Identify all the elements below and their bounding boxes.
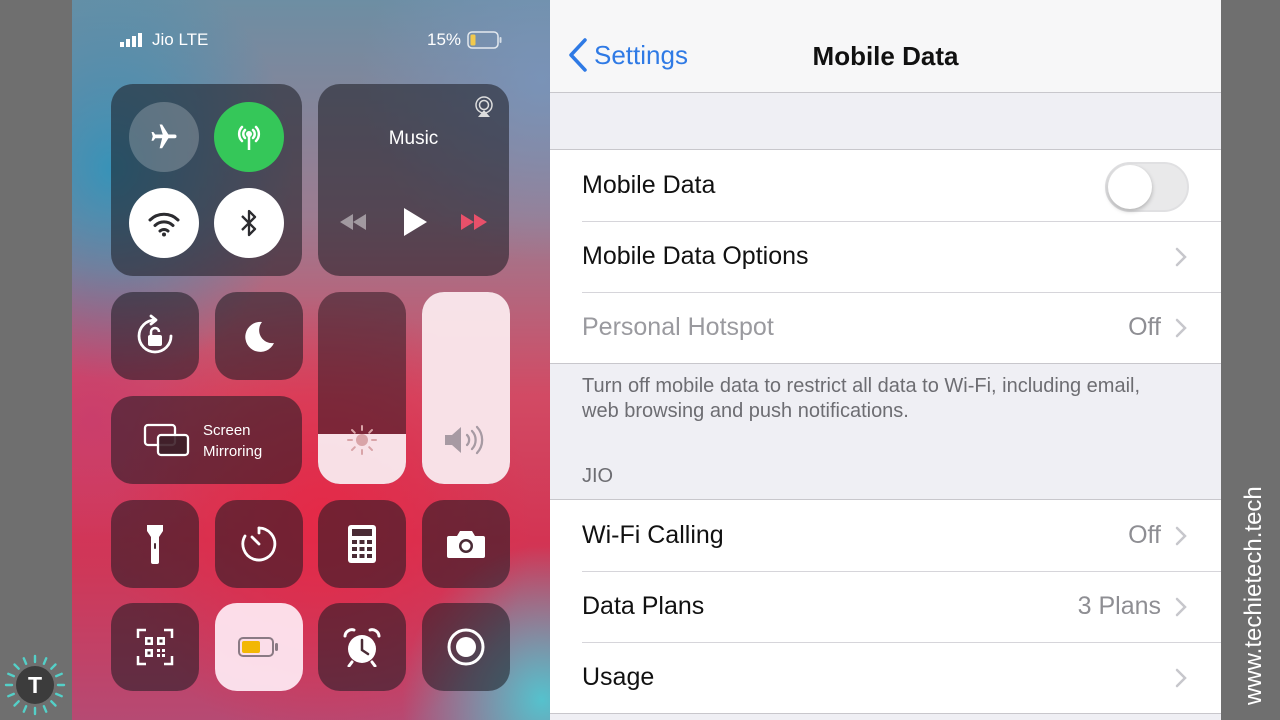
chevron-right-icon xyxy=(1175,597,1187,616)
logo-letter: T xyxy=(28,672,42,698)
battery-status: 15% xyxy=(427,30,503,50)
mobile-data-label: Mobile Data xyxy=(582,171,716,199)
page-title: Mobile Data xyxy=(812,41,959,71)
mobile-data-options-label: Mobile Data Options xyxy=(582,242,809,270)
mobile-data-group: Mobile Data Mobile Data Options Personal… xyxy=(550,149,1221,364)
chevron-right-icon xyxy=(1175,247,1187,266)
battery-icon xyxy=(467,31,502,49)
data-plans-row[interactable]: Data Plans 3 Plans xyxy=(550,571,1221,642)
rotation-lock-icon xyxy=(137,314,173,354)
play-icon[interactable] xyxy=(402,207,428,237)
watermark-text: www.techietech.tech xyxy=(1240,486,1267,706)
screen-recording-button[interactable] xyxy=(422,603,510,691)
personal-hotspot-label: Personal Hotspot xyxy=(582,313,774,341)
section-header-jio: JIO xyxy=(582,465,614,487)
timer-icon xyxy=(241,526,277,562)
camera-button[interactable] xyxy=(422,500,510,588)
chevron-right-icon xyxy=(1175,318,1187,337)
antenna-icon xyxy=(237,125,261,150)
calculator-button[interactable] xyxy=(318,500,406,588)
personal-hotspot-value: Off xyxy=(1128,313,1161,341)
bluetooth-icon xyxy=(241,209,257,237)
toggle-knob xyxy=(1108,165,1152,209)
airplane-icon xyxy=(151,124,177,149)
bluetooth-button[interactable] xyxy=(214,188,284,258)
fast-forward-icon[interactable] xyxy=(460,213,488,231)
carrier-label: Jio LTE xyxy=(152,30,209,49)
techietech-logo: T xyxy=(4,654,66,716)
cellular-data-button[interactable] xyxy=(214,102,284,172)
mobile-data-toggle[interactable] xyxy=(1105,162,1189,212)
timer-button[interactable] xyxy=(215,500,303,588)
wifi-calling-value: Off xyxy=(1128,521,1161,549)
calculator-icon xyxy=(348,525,376,563)
mobile-data-row[interactable]: Mobile Data xyxy=(550,150,1221,221)
qr-code-icon xyxy=(136,628,174,666)
alarm-clock-icon xyxy=(343,628,381,667)
airplane-mode-button[interactable] xyxy=(129,102,199,172)
screen-mirroring-icon xyxy=(143,423,190,457)
watermark: www.techietech.tech xyxy=(1240,486,1267,706)
qr-scanner-button[interactable] xyxy=(111,603,199,691)
rewind-icon[interactable] xyxy=(339,213,367,231)
wifi-calling-label: Wi-Fi Calling xyxy=(582,521,724,549)
do-not-disturb-button[interactable] xyxy=(215,292,303,380)
mobile-data-options-row[interactable]: Mobile Data Options xyxy=(550,221,1221,292)
rotation-lock-button[interactable] xyxy=(111,292,199,380)
mobile-data-footnote: Turn off mobile data to restrict all dat… xyxy=(582,375,1141,422)
battery-low-power-icon xyxy=(238,637,278,657)
data-plans-label: Data Plans xyxy=(582,592,705,620)
camera-icon xyxy=(447,531,485,558)
wifi-button[interactable] xyxy=(129,188,199,258)
moon-icon xyxy=(245,321,274,352)
control-center: Jio LTE 15% Music Screen Mirroring xyxy=(72,0,550,720)
flashlight-button[interactable] xyxy=(111,500,199,588)
music-title: Music xyxy=(388,128,439,149)
record-icon xyxy=(447,628,485,666)
screen-mirroring-line-2: Mirroring xyxy=(203,443,263,460)
carrier-status: Jio LTE xyxy=(120,30,208,50)
jio-group: Wi-Fi Calling Off Data Plans 3 Plans Usa… xyxy=(550,499,1221,714)
screen-mirroring-label: Screen Mirroring xyxy=(203,420,262,462)
volume-slider[interactable] xyxy=(422,292,510,484)
flashlight-icon xyxy=(147,525,163,564)
connectivity-module xyxy=(111,84,302,276)
brightness-slider[interactable] xyxy=(318,292,406,484)
chevron-right-icon xyxy=(1175,668,1187,687)
music-module[interactable]: Music xyxy=(318,84,509,276)
chevron-right-icon xyxy=(1175,526,1187,545)
sun-icon xyxy=(347,425,377,455)
signal-bars-icon xyxy=(120,33,142,47)
airplay-audio-icon[interactable] xyxy=(473,96,495,118)
navigation-bar: Settings Mobile Data xyxy=(550,0,1221,93)
low-power-mode-button[interactable] xyxy=(215,603,303,691)
alarm-button[interactable] xyxy=(318,603,406,691)
usage-row[interactable]: Usage xyxy=(550,642,1221,713)
speaker-volume-icon xyxy=(445,425,484,455)
wifi-calling-row[interactable]: Wi-Fi Calling Off xyxy=(550,500,1221,571)
screen-mirroring-line-1: Screen xyxy=(203,422,251,439)
wifi-icon xyxy=(148,212,180,237)
settings-screen: Settings Mobile Data Mobile Data Mobile … xyxy=(550,0,1221,720)
data-plans-value: 3 Plans xyxy=(1077,592,1161,620)
battery-percent: 15% xyxy=(427,30,462,49)
personal-hotspot-row[interactable]: Personal Hotspot Off xyxy=(550,292,1221,363)
usage-label: Usage xyxy=(582,663,655,691)
screen-mirroring-button[interactable]: Screen Mirroring xyxy=(111,396,302,484)
